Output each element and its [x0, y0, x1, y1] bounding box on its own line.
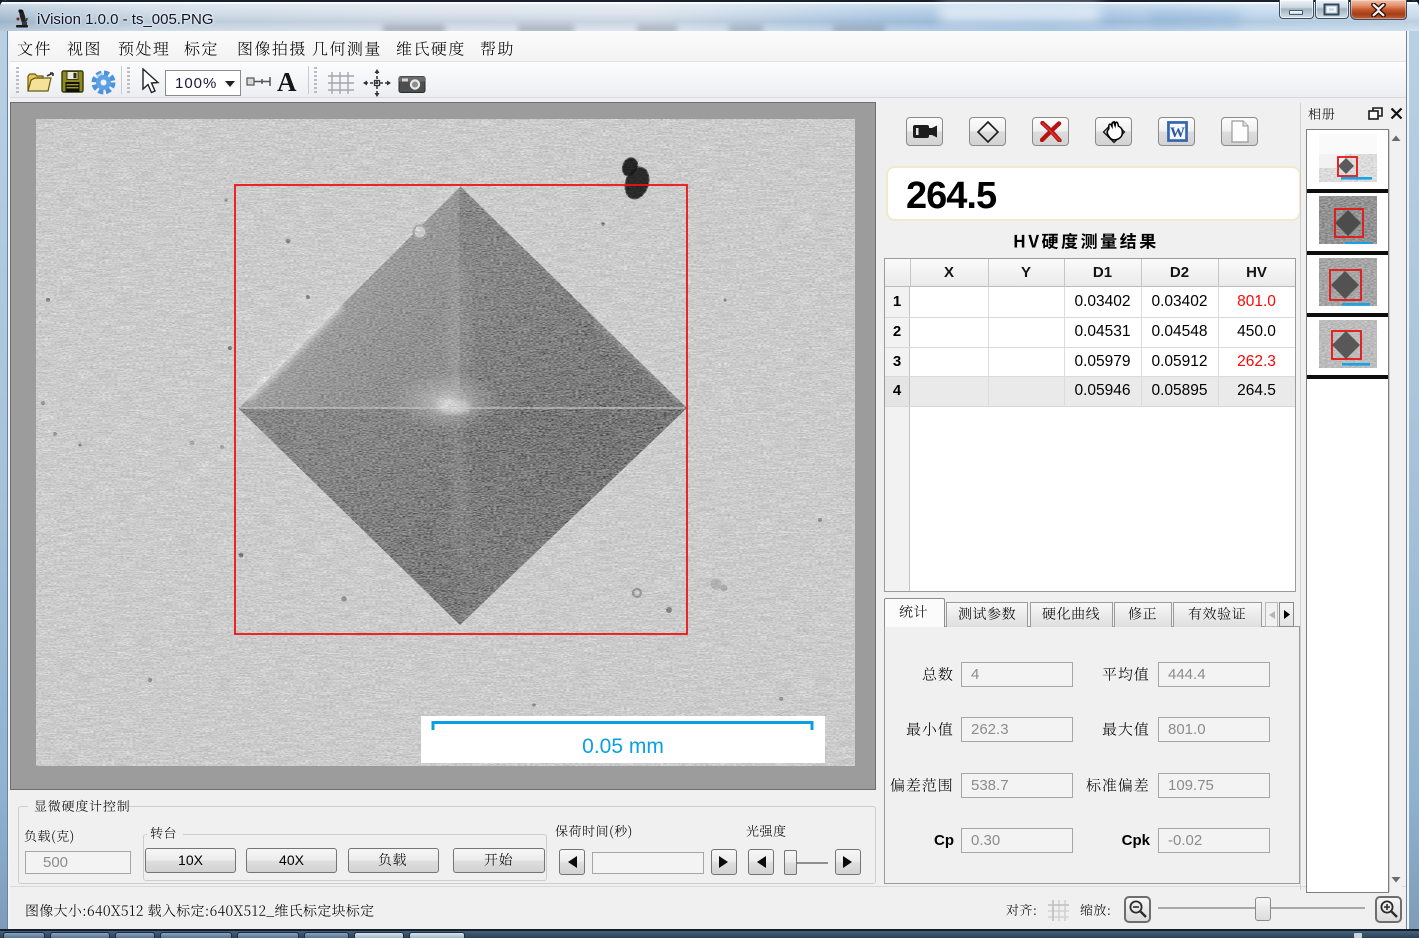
svg-text:W: W	[1170, 125, 1185, 141]
svg-text:0.05 mm: 0.05 mm	[582, 735, 664, 758]
